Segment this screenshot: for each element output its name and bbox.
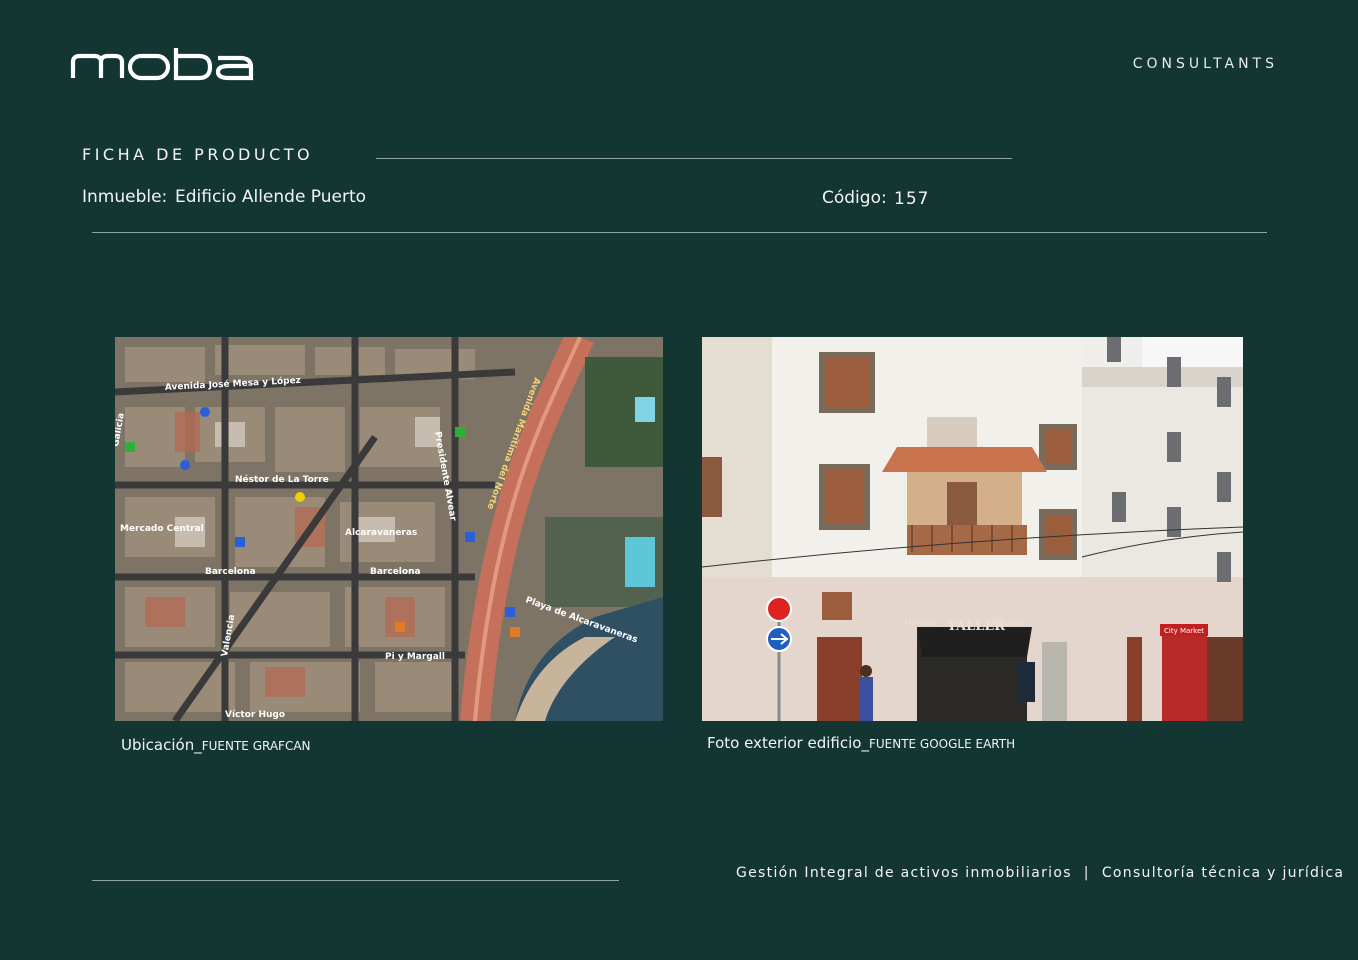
header-divider: [92, 232, 1267, 233]
map-caption-title: Ubicación_: [121, 736, 202, 754]
code-label: Código:: [822, 188, 887, 208]
aerial-map-icon: Avenida José Mesa y López Néstor de La T…: [115, 337, 663, 721]
footer-divider: [92, 880, 619, 881]
logo-text: moba: [70, 46, 73, 47]
map-label: Barcelona: [205, 567, 256, 577]
sign-text: Allende: [991, 618, 1026, 628]
location-map: Avenida José Mesa y López Néstor de La T…: [115, 337, 663, 721]
title-divider: [376, 158, 1012, 159]
photo-caption-source: FUENTE GOOGLE EARTH: [868, 737, 1016, 751]
sign-text: Allende: [901, 618, 936, 628]
map-label: Pi y Margall: [385, 652, 445, 662]
moba-logo: moba: [70, 46, 254, 81]
map-label: Barcelona: [370, 567, 421, 577]
footer-right: Consultoría técnica y jurídica: [1101, 865, 1345, 881]
map-caption: Ubicación_FUENTE GRAFCAN: [121, 736, 311, 754]
building-photo-icon: Allende TALLER Allende City Market: [702, 337, 1243, 721]
map-label: Néstor de La Torre: [235, 474, 329, 485]
tagline: CONSULTANTS: [1132, 56, 1278, 72]
code-value: 157: [894, 189, 930, 209]
property-label: Inmueble:: [82, 187, 168, 207]
sheet-title: FICHA DE PRODUCTO: [82, 145, 314, 164]
map-label: Víctor Hugo: [225, 710, 285, 720]
map-caption-source: FUENTE GRAFCAN: [201, 739, 311, 753]
photo-caption-title: Foto exterior edificio_: [707, 734, 869, 752]
footer-left: Gestión Integral de activos inmobiliario…: [736, 865, 1072, 881]
sign-text: City Market: [1164, 627, 1204, 635]
footer-separator: |: [1083, 865, 1090, 881]
map-label: Alcaravaneras: [345, 528, 417, 538]
footer: Gestión Integral de activos inmobiliario…: [736, 865, 1344, 881]
photo-caption: Foto exterior edificio_FUENTE GOOGLE EAR…: [707, 734, 1015, 752]
property-value: Edificio Allende Puerto: [175, 187, 367, 207]
building-photo: Allende TALLER Allende City Market: [702, 337, 1243, 721]
map-label: Mercado Central: [120, 524, 204, 534]
